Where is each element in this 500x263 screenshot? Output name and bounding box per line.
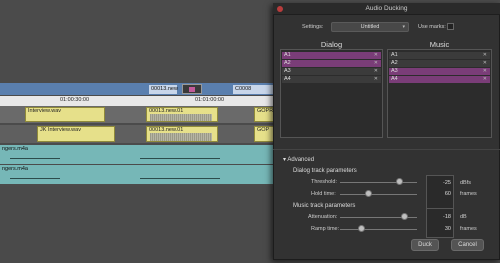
audio-track: JK Interview.wav 00013.new.01 GOP [0, 125, 285, 143]
dialog-track-list: A1 ✕ A2 ✕ A3 ✕ A4 ✕ [280, 49, 383, 138]
music-track-list: A1 ✕ A2 ✕ A3 ✕ A4 ✕ [387, 49, 492, 138]
audio-track: Interview.wav 00013.new.01 GOPR [0, 106, 285, 123]
use-marks-checkbox[interactable] [447, 23, 454, 30]
waveform [150, 133, 212, 141]
threshold-unit: dBfs [460, 180, 472, 186]
ruler-timecode: 01:00:30:00 [60, 97, 90, 103]
ramp-time-unit: frames [460, 226, 477, 232]
volume-line [140, 178, 220, 179]
dialog-track-item[interactable]: A4 ✕ [282, 76, 381, 83]
cancel-button[interactable]: Cancel [451, 239, 484, 251]
ruler-timecode: 01:01:00:00 [195, 97, 225, 103]
separator [273, 149, 500, 150]
music-values-box [426, 208, 454, 238]
threshold-slider-knob[interactable] [396, 178, 403, 185]
audio-clip[interactable]: JK Interview.wav [37, 126, 115, 142]
ramp-time-value[interactable]: 30 [431, 226, 451, 232]
dialog-column-heading: Dialog [320, 40, 343, 49]
music-track-item[interactable]: A4 ✕ [389, 76, 490, 83]
ramp-time-slider-knob[interactable] [358, 225, 365, 232]
remove-icon: ✕ [482, 52, 487, 58]
music-params-title: Music track parameters [293, 203, 356, 209]
hold-time-unit: frames [460, 191, 477, 197]
music-track-item[interactable]: A2 ✕ [389, 60, 490, 67]
volume-line [10, 178, 60, 179]
dialog-params-title: Dialog track parameters [293, 168, 357, 174]
remove-icon: ✕ [482, 68, 487, 74]
settings-dropdown[interactable]: Untitled ▾ [331, 22, 409, 32]
music-track[interactable]: ngers.m4a [0, 165, 285, 184]
music-column-heading: Music [429, 40, 450, 49]
music-track-item[interactable]: A1 ✕ [389, 52, 490, 59]
dialog-track-item[interactable]: A1 ✕ [282, 52, 381, 59]
dialog-track-item[interactable]: A2 ✕ [282, 60, 381, 67]
ramp-time-slider[interactable] [340, 229, 417, 230]
music-track-item[interactable]: A3 ✕ [389, 68, 490, 75]
dialog-track-item[interactable]: A3 ✕ [282, 68, 381, 75]
attenuation-value[interactable]: -18 [431, 214, 451, 220]
threshold-value[interactable]: -25 [431, 180, 451, 186]
dialog-title: Audio Ducking [365, 5, 408, 12]
clip-name[interactable]: C0008 [233, 85, 273, 94]
settings-label: Settings: [302, 24, 324, 30]
audio-clip[interactable]: Interview.wav [25, 107, 105, 122]
clip-name-row: 00013.new C0008 [0, 83, 285, 95]
chevron-down-icon: ▾ [402, 24, 405, 30]
settings-value: Untitled [360, 24, 380, 30]
attenuation-unit: dB [460, 214, 467, 220]
remove-icon: ✕ [373, 60, 378, 66]
music-clip-label: ngers.m4a [2, 166, 28, 172]
timeline-empty-area [0, 186, 285, 263]
triangle-down-icon: ▾ [283, 157, 287, 163]
attenuation-label: Attenuation: [308, 214, 338, 220]
music-clip-label: ngers.m4a [2, 146, 28, 152]
hold-time-slider[interactable] [340, 194, 417, 195]
waveform [150, 114, 212, 121]
ramp-time-label: Ramp time: [311, 226, 340, 232]
threshold-label: Threshold: [311, 179, 337, 185]
remove-icon: ✕ [373, 68, 378, 74]
hold-time-value[interactable]: 60 [431, 191, 451, 197]
attenuation-slider-knob[interactable] [401, 213, 408, 220]
volume-line [140, 158, 220, 159]
advanced-disclosure[interactable]: ▾ Advanced [283, 156, 314, 163]
remove-icon: ✕ [373, 76, 378, 82]
remove-icon: ✕ [482, 60, 487, 66]
threshold-slider[interactable] [340, 182, 417, 183]
remove-icon: ✕ [373, 52, 378, 58]
playhead-marker[interactable] [182, 84, 202, 94]
music-track[interactable]: ngers.m4a [0, 145, 285, 164]
duck-button[interactable]: Duck [411, 239, 439, 251]
timecode-ruler[interactable]: 01:00:30:00 01:01:00:00 [0, 96, 285, 106]
hold-time-label: Hold time: [311, 191, 336, 197]
hold-time-slider-knob[interactable] [365, 190, 372, 197]
dialog-titlebar[interactable]: Audio Ducking [273, 3, 500, 15]
clip-name[interactable]: 00013.new [149, 85, 178, 94]
volume-line [10, 158, 60, 159]
use-marks-label: Use marks: [418, 24, 446, 30]
marker-icon [189, 87, 195, 92]
remove-icon: ✕ [482, 76, 487, 82]
